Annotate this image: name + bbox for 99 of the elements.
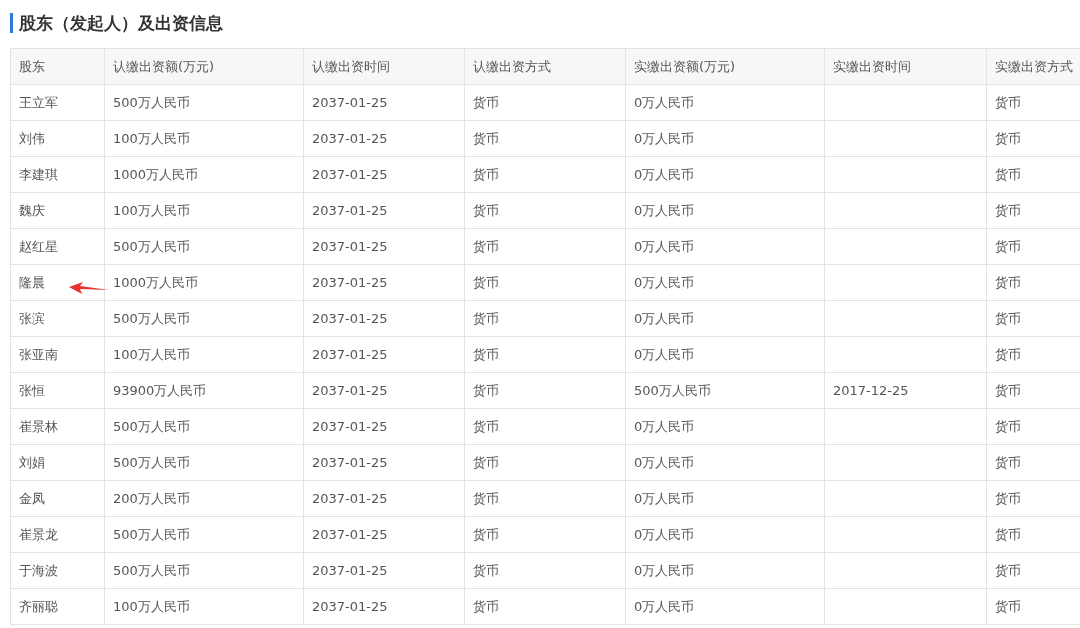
table-cell: 100万人民币 xyxy=(113,130,190,146)
table-cell: 0万人民币 xyxy=(634,526,695,542)
table-cell: 1000万人民币 xyxy=(113,274,199,290)
table-cell: 2037-01-25 xyxy=(312,419,388,434)
table-cell: 2037-01-25 xyxy=(312,203,388,218)
table-cell: 货币 xyxy=(473,598,499,614)
table-cell: 2037-01-25 xyxy=(312,311,388,326)
table-cell: 齐丽聪 xyxy=(19,598,58,614)
table-cell: 货币 xyxy=(473,346,499,362)
table-cell: 张滨 xyxy=(19,310,45,326)
table-cell: 货币 xyxy=(473,562,499,578)
table-cell: 0万人民币 xyxy=(634,274,695,290)
table-cell: 2037-01-25 xyxy=(312,563,388,578)
table-cell: 0万人民币 xyxy=(634,562,695,578)
column-header: 实缴出资额(万元) xyxy=(625,48,825,85)
table-cell: 0万人民币 xyxy=(634,418,695,434)
table-cell: 货币 xyxy=(995,490,1021,506)
table-cell: 2037-01-25 xyxy=(312,527,388,542)
table-cell: 2037-01-25 xyxy=(312,239,388,254)
table-cell: 500万人民币 xyxy=(113,562,190,578)
table-cell: 货币 xyxy=(473,238,499,254)
table-cell: 2037-01-25 xyxy=(312,167,388,182)
table-cell: 100万人民币 xyxy=(113,202,190,218)
column-header: 股东 xyxy=(10,48,105,85)
table-cell: 2017-12-25 xyxy=(833,383,909,398)
table-cell: 货币 xyxy=(995,346,1021,362)
table-cell: 赵红星 xyxy=(19,238,58,254)
table-cell: 货币 xyxy=(995,418,1021,434)
table-cell: 0万人民币 xyxy=(634,454,695,470)
table-cell: 货币 xyxy=(473,310,499,326)
table-cell: 100万人民币 xyxy=(113,346,190,362)
table-cell: 0万人民币 xyxy=(634,238,695,254)
table-cell: 93900万人民币 xyxy=(113,382,207,398)
column-header: 实缴出资时间 xyxy=(824,48,987,85)
table-cell: 崔景林 xyxy=(19,418,58,434)
table-cell: 0万人民币 xyxy=(634,202,695,218)
table-cell: 货币 xyxy=(995,562,1021,578)
table-cell: 2037-01-25 xyxy=(312,455,388,470)
table-cell: 0万人民币 xyxy=(634,598,695,614)
table-cell: 货币 xyxy=(995,274,1021,290)
table-cell: 崔景龙 xyxy=(19,526,58,542)
table-cell: 货币 xyxy=(473,454,499,470)
table-cell: 2037-01-25 xyxy=(312,347,388,362)
table-cell: 2037-01-25 xyxy=(312,131,388,146)
table-cell: 货币 xyxy=(473,490,499,506)
table-cell: 200万人民币 xyxy=(113,490,190,506)
table-cell: 500万人民币 xyxy=(113,94,190,110)
table-cell: 刘伟 xyxy=(19,130,45,146)
column-header: 实缴出资方式 xyxy=(986,48,1080,85)
table-cell: 货币 xyxy=(995,310,1021,326)
table-cell: 2037-01-25 xyxy=(312,599,388,614)
table-cell: 500万人民币 xyxy=(113,454,190,470)
table-cell: 魏庆 xyxy=(19,202,45,218)
table-cell: 0万人民币 xyxy=(634,310,695,326)
table-cell: 货币 xyxy=(473,166,499,182)
table-cell: 刘娟 xyxy=(19,454,45,470)
table-cell: 隆晨 xyxy=(19,274,45,290)
table-cell: 0万人民币 xyxy=(634,130,695,146)
table-cell: 李建琪 xyxy=(19,166,58,182)
table-cell: 货币 xyxy=(995,130,1021,146)
table-cell: 0万人民币 xyxy=(634,94,695,110)
table-cell: 2037-01-25 xyxy=(312,95,388,110)
column-header: 认缴出资时间 xyxy=(303,48,465,85)
section-title: 股东（发起人）及出资信息 xyxy=(10,13,223,33)
table-cell: 货币 xyxy=(995,94,1021,110)
table-cell: 货币 xyxy=(995,382,1021,398)
table-cell: 货币 xyxy=(473,94,499,110)
table-cell: 货币 xyxy=(995,202,1021,218)
column-header: 认缴出资额(万元) xyxy=(104,48,304,85)
table-cell: 王立军 xyxy=(19,94,58,110)
table-cell: 500万人民币 xyxy=(113,238,190,254)
table-cell: 货币 xyxy=(473,274,499,290)
table-cell: 货币 xyxy=(995,526,1021,542)
table-cell: 500万人民币 xyxy=(113,310,190,326)
table-cell: 1000万人民币 xyxy=(113,166,199,182)
table-cell: 张亚南 xyxy=(19,346,58,362)
table-cell: 0万人民币 xyxy=(634,346,695,362)
table-cell: 金凤 xyxy=(19,490,45,506)
table-cell: 货币 xyxy=(995,598,1021,614)
table-cell: 500万人民币 xyxy=(113,418,190,434)
table-cell: 0万人民币 xyxy=(634,166,695,182)
table-cell: 于海波 xyxy=(19,562,58,578)
table-cell: 货币 xyxy=(995,166,1021,182)
table-cell: 货币 xyxy=(995,238,1021,254)
table-cell: 货币 xyxy=(473,130,499,146)
table-cell: 货币 xyxy=(473,202,499,218)
table-cell: 100万人民币 xyxy=(113,598,190,614)
table-cell: 货币 xyxy=(473,382,499,398)
table-cell: 货币 xyxy=(473,526,499,542)
table-cell: 货币 xyxy=(995,454,1021,470)
table-cell: 张恒 xyxy=(19,382,45,398)
column-header: 认缴出资方式 xyxy=(464,48,626,85)
table-cell: 500万人民币 xyxy=(113,526,190,542)
table-cell: 500万人民币 xyxy=(634,382,711,398)
table-cell: 货币 xyxy=(473,418,499,434)
table-cell: 2037-01-25 xyxy=(312,383,388,398)
table-cell: 0万人民币 xyxy=(634,490,695,506)
table-cell: 2037-01-25 xyxy=(312,275,388,290)
table-cell: 2037-01-25 xyxy=(312,491,388,506)
